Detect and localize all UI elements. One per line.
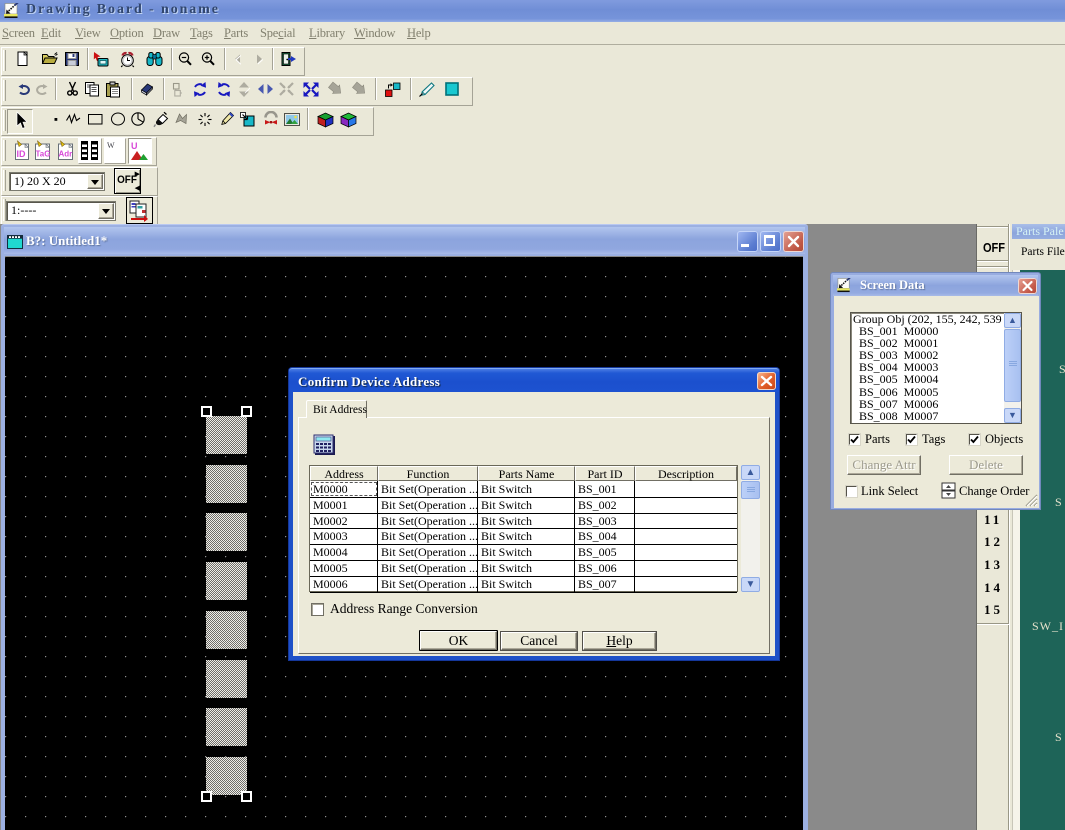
svg-text:U: U [131,141,138,151]
svg-text:W: W [107,141,115,150]
svg-text:ID: ID [17,149,27,159]
svg-text:TaG: TaG [36,150,51,159]
svg-text:Adr: Adr [59,150,73,159]
